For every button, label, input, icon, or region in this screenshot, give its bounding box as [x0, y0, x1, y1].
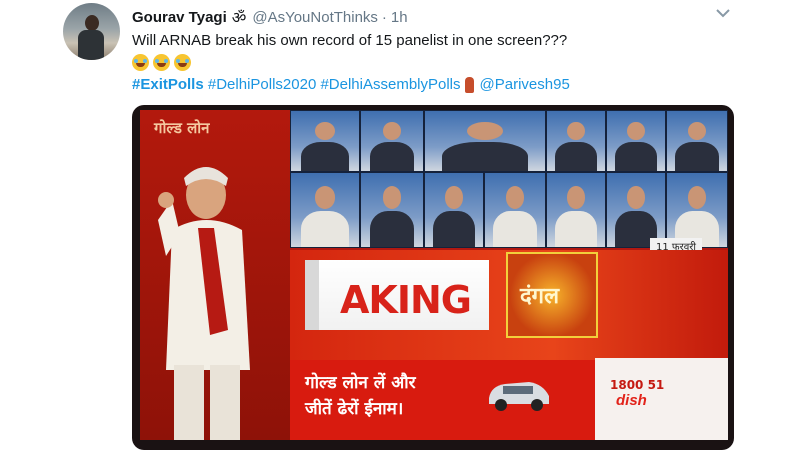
tears-of-joy-emoji-icon	[153, 53, 170, 71]
author-handle[interactable]: @AsYouNotThinks	[252, 9, 378, 26]
panelist-tile	[606, 110, 666, 172]
tweet-header: Gourav Tyagi ॐ @AsYouNotThinks · 1h	[132, 6, 408, 28]
panelist-tile	[360, 172, 424, 248]
avatar[interactable]	[63, 3, 120, 60]
separator-dot: ·	[381, 8, 387, 26]
dangal-text: दंगल	[520, 284, 559, 309]
tweet-media[interactable]: गोल्ड लोन 11 फरवरी AKING दंगल गोल्ड लोन …	[132, 105, 734, 450]
tears-of-joy-emoji-icon	[174, 53, 191, 71]
hashtag-delhipolls2020[interactable]: #DelhiPolls2020	[208, 76, 316, 93]
dish-ad-box	[595, 358, 728, 440]
tweet-text: Will ARNAB break his own record of 15 pa…	[132, 32, 568, 49]
author-name[interactable]: Gourav Tyagi	[132, 9, 227, 26]
ad-logo: गोल्ड लोन	[154, 119, 210, 137]
panelist-tile	[290, 110, 360, 172]
tweet: Gourav Tyagi ॐ @AsYouNotThinks · 1h Will…	[0, 0, 800, 451]
hashtag-exitpolls[interactable]: #ExitPolls	[132, 76, 204, 93]
tears-of-joy-emoji-icon	[132, 53, 149, 71]
panelist-tile	[424, 110, 546, 172]
avatar-head	[85, 15, 99, 31]
loan-text: गोल्ड लोन लें और जीतें ढेरों ईनाम।	[305, 370, 416, 422]
panelist-tile	[360, 110, 424, 172]
mention-parivesh95[interactable]: @Parivesh95	[480, 76, 570, 93]
presenter-figure	[158, 167, 250, 440]
panelist-tile	[290, 172, 360, 248]
hashtag-delhiassemblypolls[interactable]: #DelhiAssemblyPolls	[320, 76, 460, 93]
tv-screen: गोल्ड लोन 11 फरवरी AKING दंगल गोल्ड लोन …	[140, 110, 728, 440]
loan-line-1: गोल्ड लोन लें और	[305, 373, 416, 393]
car-image	[489, 382, 549, 411]
avatar-body	[78, 30, 104, 60]
index-finger-icon	[464, 77, 474, 94]
breaking-text: AKING	[340, 278, 472, 322]
tweet-time[interactable]: 1h	[391, 9, 408, 26]
panelist-tile	[546, 110, 606, 172]
panelist-tile	[666, 172, 728, 248]
dish-number: 1800 51	[610, 378, 665, 392]
loan-line-2: जीतें ढेरों ईनाम।	[305, 399, 404, 419]
panelist-tile	[546, 172, 606, 248]
chevron-down-icon[interactable]	[714, 6, 732, 20]
dish-logo: dish	[616, 392, 647, 409]
emoji-row	[132, 52, 195, 72]
panelist-tile	[606, 172, 666, 248]
panelist-tile	[666, 110, 728, 172]
hashtag-row: #ExitPolls #DelhiPolls2020 #DelhiAssembl…	[132, 75, 570, 95]
panelist-tile	[484, 172, 546, 248]
panelist-tile	[424, 172, 484, 248]
om-symbol: ॐ	[231, 10, 247, 27]
